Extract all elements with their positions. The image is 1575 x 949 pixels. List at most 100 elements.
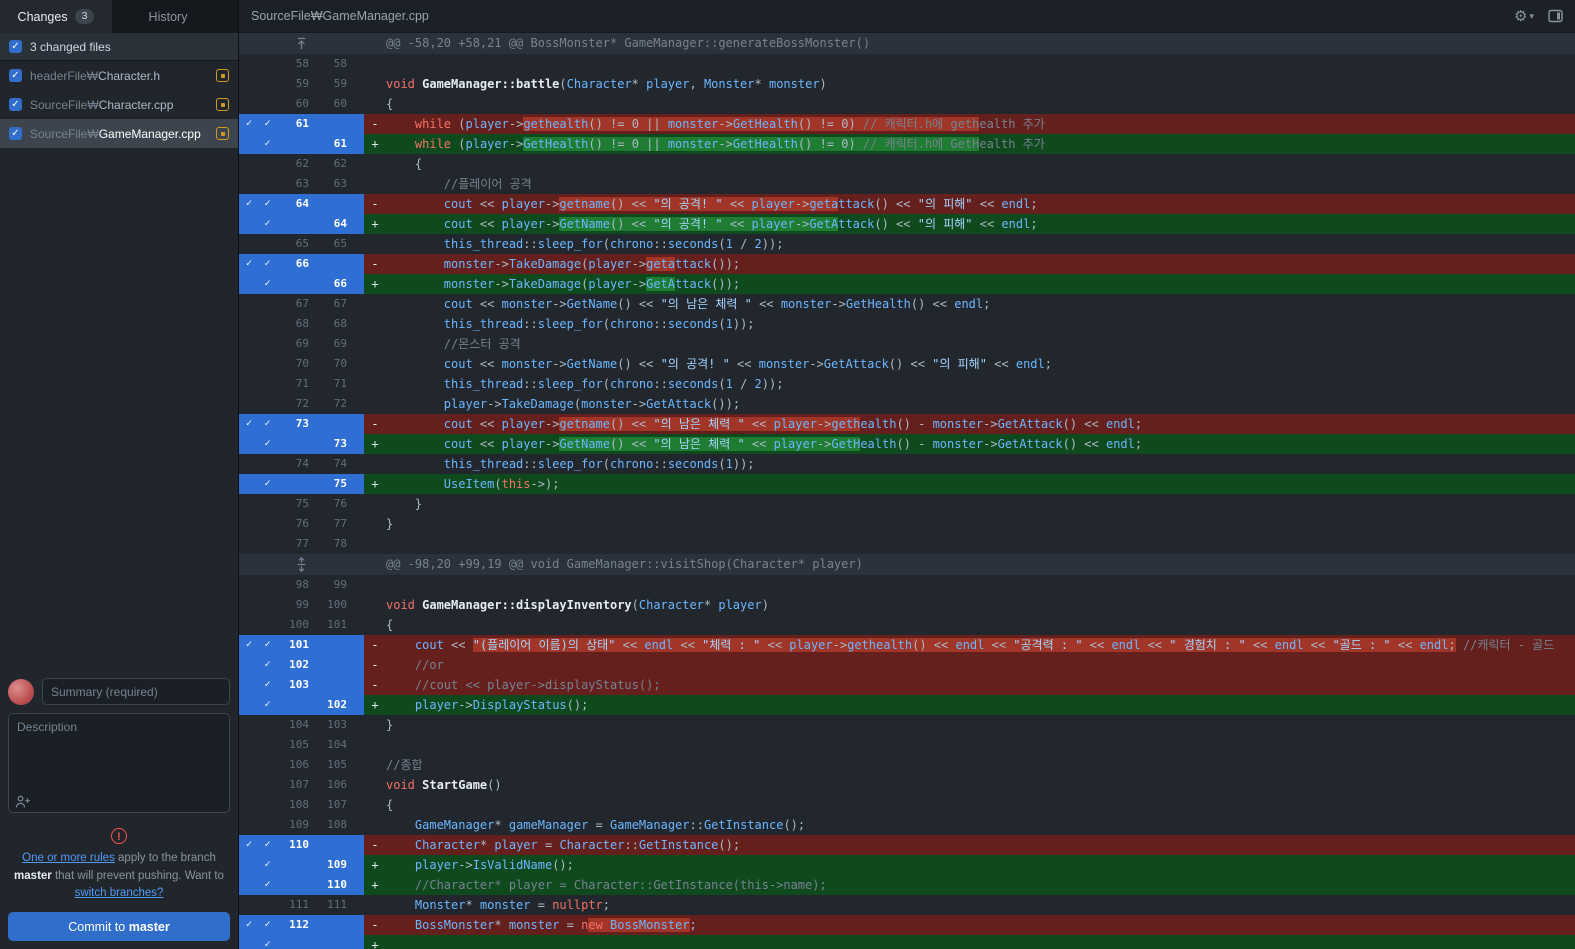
- diff-options-button[interactable]: ⚙ ▾: [1514, 9, 1534, 24]
- diff-header: SourceFile₩GameManager.cpp ⚙ ▾: [239, 0, 1575, 33]
- expand-up-icon[interactable]: [239, 33, 364, 54]
- file-checkbox[interactable]: ✓: [9, 69, 22, 82]
- diff-line[interactable]: ✓ ✓ 101 - cout << "(플레이어 이름)의 상태" << endl <…: [239, 635, 1575, 655]
- diff-line[interactable]: 59 59 void GameManager::battle(Character* …: [239, 74, 1575, 94]
- line-checkbox[interactable]: ✓: [259, 855, 276, 875]
- switch-branches-link[interactable]: switch branches?: [75, 887, 164, 899]
- diff-line[interactable]: ✓ 103 - //cout << player->displayStatus();: [239, 675, 1575, 695]
- line-group-checkbox[interactable]: ✓: [239, 194, 259, 214]
- line-checkbox[interactable]: ✓: [259, 134, 276, 154]
- diff-line[interactable]: ✓ ✓ 61 - while (player->gethealth() != 0 ||…: [239, 114, 1575, 134]
- diff-line[interactable]: 71 71 this_thread::sleep_for(chrono::seco…: [239, 374, 1575, 394]
- file-checkbox[interactable]: ✓: [9, 127, 22, 140]
- old-line-number: 76: [295, 517, 309, 530]
- diff-line[interactable]: 62 62 {: [239, 154, 1575, 174]
- line-checkbox[interactable]: ✓: [259, 915, 276, 935]
- diff-line[interactable]: 77 78: [239, 534, 1575, 554]
- line-checkbox[interactable]: ✓: [259, 675, 276, 695]
- diff-line[interactable]: ✓ ✓ 73 - cout << player->getname() << "의 남은…: [239, 414, 1575, 434]
- code-line: monster->TakeDamage(player->GetAttack())…: [443, 277, 741, 291]
- diff-line[interactable]: 109 108 GameManager* gameManager = GameMa…: [239, 815, 1575, 835]
- diff-line[interactable]: 111 111 Monster* monster = nullptr;: [239, 895, 1575, 915]
- diff-line[interactable]: ✓ 64 + cout << player->GetName() << "의 공격!…: [239, 214, 1575, 234]
- line-checkbox[interactable]: ✓: [259, 434, 276, 454]
- line-group-checkbox[interactable]: ✓: [239, 915, 259, 935]
- diff-line[interactable]: ✓ 61 + while (player->GetHealth() != 0 || …: [239, 134, 1575, 154]
- commit-description-input[interactable]: [8, 713, 230, 814]
- commit-button[interactable]: Commit to master: [8, 912, 230, 941]
- rules-link[interactable]: One or more rules: [22, 852, 115, 864]
- tab-changes[interactable]: Changes 3: [0, 0, 112, 33]
- diff-line[interactable]: ✓ ✓ 112 - BossMonster* monster = new BossMo…: [239, 915, 1575, 935]
- line-group-checkbox[interactable]: ✓: [239, 414, 259, 434]
- diff-marker: [364, 514, 386, 534]
- diff-line[interactable]: 98 99: [239, 575, 1575, 595]
- changed-files-header[interactable]: ✓ 3 changed files: [0, 33, 238, 61]
- diff-line[interactable]: 74 74 this_thread::sleep_for(chrono::seco…: [239, 454, 1575, 474]
- line-checkbox[interactable]: ✓: [259, 935, 276, 949]
- code-line: this_thread::sleep_for(chrono::seconds(1…: [443, 317, 755, 331]
- diff-line[interactable]: 67 67 cout << monster->GetName() << "의 남은…: [239, 294, 1575, 314]
- line-checkbox[interactable]: ✓: [259, 114, 276, 134]
- line-group-checkbox[interactable]: ✓: [239, 254, 259, 274]
- line-checkbox[interactable]: ✓: [259, 194, 276, 214]
- diff-line[interactable]: ✓ 109 + player->IsValidName();: [239, 855, 1575, 875]
- line-checkbox[interactable]: ✓: [259, 254, 276, 274]
- line-checkbox[interactable]: ✓: [259, 835, 276, 855]
- diff-line[interactable]: 72 72 player->TakeDamage(monster->GetAtta…: [239, 394, 1575, 414]
- diff-line[interactable]: ✓ 73 + cout << player->GetName() << "의 남은 …: [239, 434, 1575, 454]
- new-line-number: 65: [333, 237, 347, 250]
- diff-line[interactable]: ✓ +: [239, 935, 1575, 949]
- sidebar: Changes 3 History ✓ 3 changed files ✓ hea…: [0, 0, 239, 949]
- diff-line[interactable]: 69 69 //몬스터 공격: [239, 334, 1575, 354]
- diff-line[interactable]: 63 63 //플레이어 공격: [239, 174, 1575, 194]
- diff-line[interactable]: ✓ ✓ 66 - monster->TakeDamage(player->getatt…: [239, 254, 1575, 274]
- line-group-checkbox[interactable]: ✓: [239, 114, 259, 134]
- tab-history[interactable]: History: [112, 0, 224, 33]
- diff-line[interactable]: 104 103}: [239, 715, 1575, 735]
- diff-line[interactable]: 106 105 //종합: [239, 755, 1575, 775]
- line-checkbox[interactable]: ✓: [259, 414, 276, 434]
- diff-line[interactable]: ✓ 75 + UseItem(this->);: [239, 474, 1575, 494]
- diff-line[interactable]: ✓ 110 + //Character* player = Character::G…: [239, 875, 1575, 895]
- diff-line[interactable]: ✓ 102 + player->DisplayStatus();: [239, 695, 1575, 715]
- diff-line[interactable]: 108 107 {: [239, 795, 1575, 815]
- line-checkbox[interactable]: ✓: [259, 635, 276, 655]
- diff-line[interactable]: ✓ 102 - //or: [239, 655, 1575, 675]
- line-checkbox[interactable]: ✓: [259, 875, 276, 895]
- line-group-checkbox[interactable]: ✓: [239, 635, 259, 655]
- diff-line[interactable]: ✓ 66 + monster->TakeDamage(player->GetAtta…: [239, 274, 1575, 294]
- diff-line[interactable]: 76 77}: [239, 514, 1575, 534]
- file-checkbox[interactable]: ✓: [9, 98, 22, 111]
- diff-line[interactable]: 107 106 void StartGame(): [239, 775, 1575, 795]
- new-line-number: 99: [333, 578, 347, 591]
- diff-line[interactable]: ✓ ✓ 110 - Character* player = Character::Ge…: [239, 835, 1575, 855]
- diff-line[interactable]: 99 100 void GameManager::displayInventory(…: [239, 595, 1575, 615]
- line-checkbox[interactable]: ✓: [259, 695, 276, 715]
- expand-range-icon[interactable]: [239, 554, 364, 575]
- split-view-icon[interactable]: [1548, 9, 1563, 23]
- old-line-number: 70: [295, 357, 309, 370]
- diff-line[interactable]: 58 58: [239, 54, 1575, 74]
- file-row[interactable]: ✓ headerFile₩Character.h: [0, 61, 238, 90]
- line-checkbox[interactable]: ✓: [259, 474, 276, 494]
- diff-line[interactable]: 70 70 cout << monster->GetName() << "의 공격…: [239, 354, 1575, 374]
- diff-line[interactable]: 68 68 this_thread::sleep_for(chrono::seco…: [239, 314, 1575, 334]
- diff-line[interactable]: ✓ ✓ 64 - cout << player->getname() << "의 공격…: [239, 194, 1575, 214]
- select-all-checkbox[interactable]: ✓: [9, 40, 22, 53]
- file-row[interactable]: ✓ SourceFile₩GameManager.cpp: [0, 119, 238, 148]
- diff-line[interactable]: 65 65 this_thread::sleep_for(chrono::seco…: [239, 234, 1575, 254]
- diff-line[interactable]: 60 60 {: [239, 94, 1575, 114]
- diff-line[interactable]: 100 101 {: [239, 615, 1575, 635]
- diff-line[interactable]: 105 104: [239, 735, 1575, 755]
- diff-line[interactable]: 75 76 }: [239, 494, 1575, 514]
- line-checkbox[interactable]: ✓: [259, 274, 276, 294]
- commit-summary-input[interactable]: [42, 678, 230, 706]
- commit-form: ! One or more rules apply to the branch …: [0, 670, 238, 949]
- line-group-checkbox[interactable]: ✓: [239, 835, 259, 855]
- line-checkbox[interactable]: ✓: [259, 214, 276, 234]
- add-coauthor-icon[interactable]: [15, 795, 31, 809]
- code-line: monster->TakeDamage(player->getattack())…: [443, 257, 741, 271]
- file-row[interactable]: ✓ SourceFile₩Character.cpp: [0, 90, 238, 119]
- line-checkbox[interactable]: ✓: [259, 655, 276, 675]
